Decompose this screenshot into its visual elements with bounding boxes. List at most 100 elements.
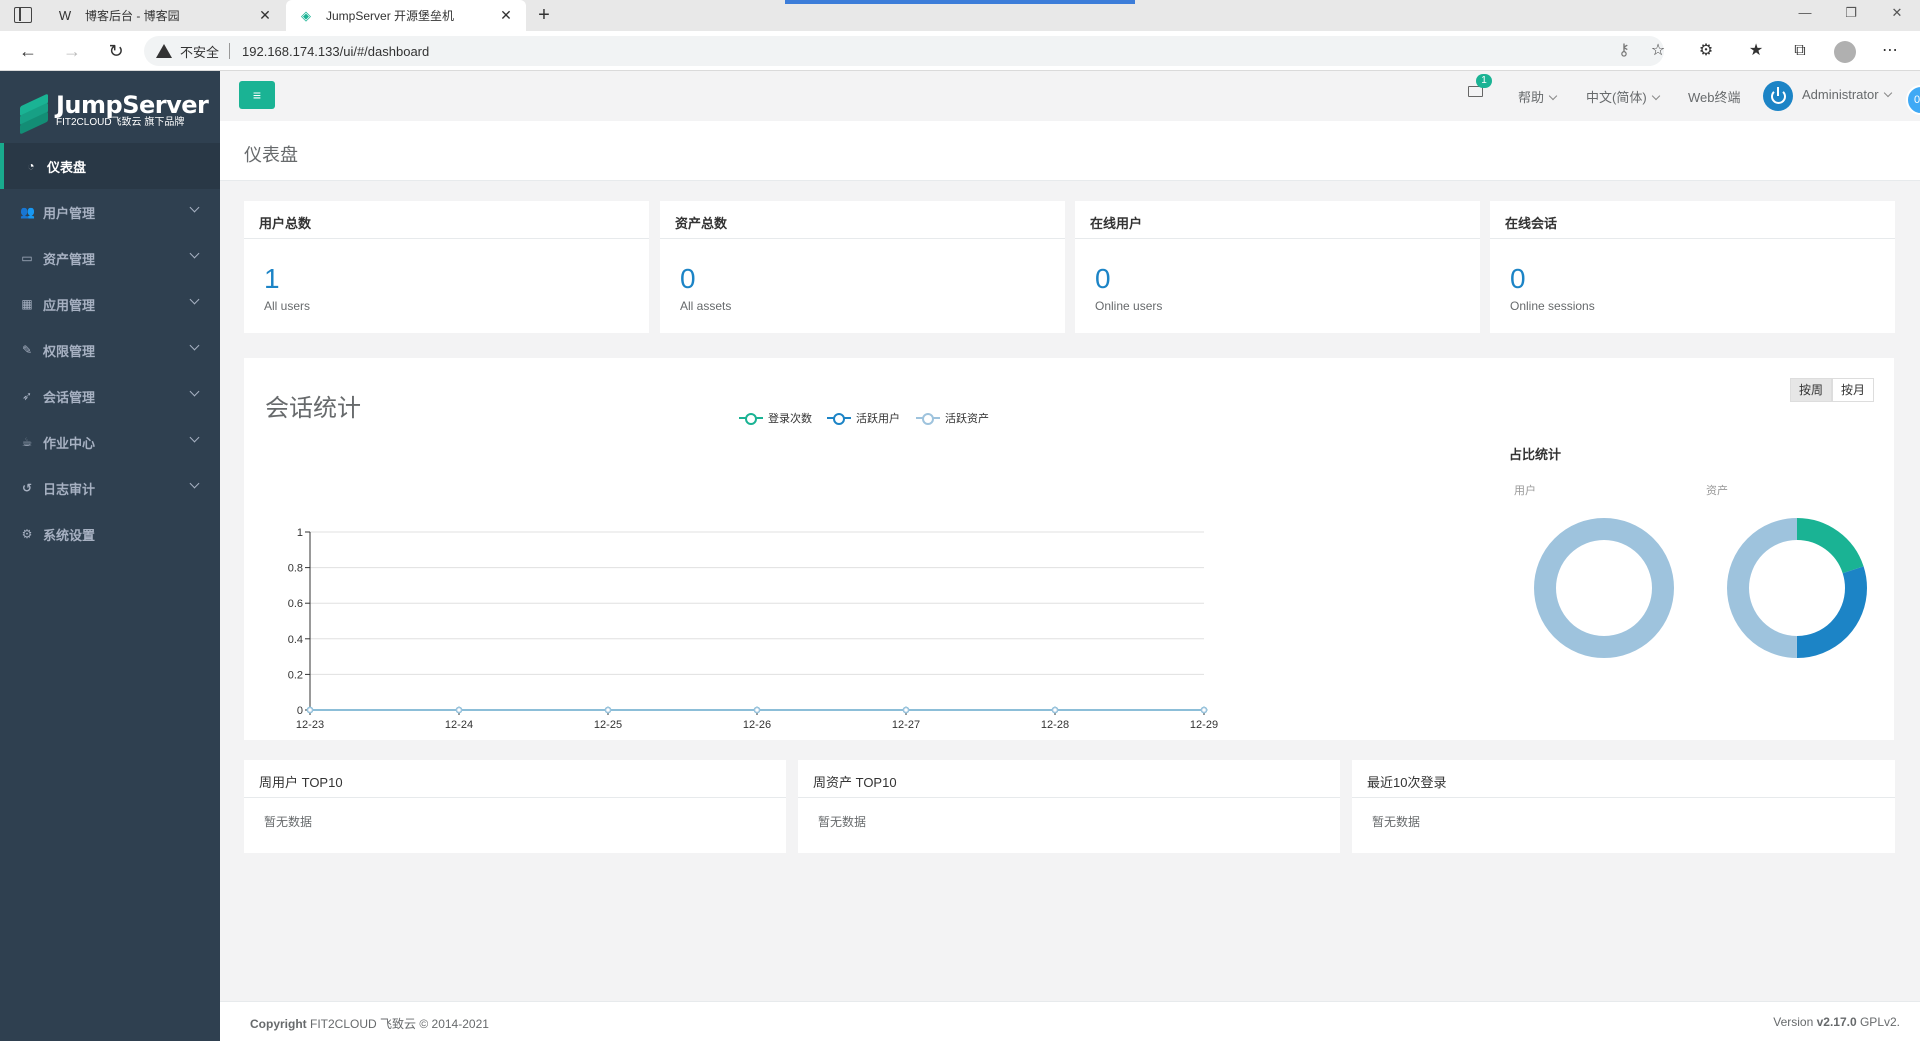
stat-card-assets: 资产总数 0 All assets (660, 201, 1065, 333)
language-dropdown[interactable]: 中文(简体) (1586, 87, 1660, 106)
stat-value[interactable]: 0 (680, 263, 696, 295)
assets-donut-chart (1727, 518, 1867, 658)
empty-text: 暂无数据 (264, 815, 313, 829)
address-bar[interactable]: 不安全 192.168.174.133/ui/#/dashboard (144, 36, 1664, 66)
legend-item[interactable]: 活跃资产 (916, 410, 989, 426)
favorite-star-icon[interactable]: ☆ (1648, 41, 1668, 61)
data-point (753, 706, 761, 714)
key-icon[interactable]: ⚷ (1614, 41, 1634, 61)
favorites-icon[interactable]: ★ (1746, 41, 1766, 61)
footer: Copyright FIT2CLOUD 飞致云 © 2014-2021 Vers… (220, 1001, 1920, 1041)
user-dropdown[interactable]: Administrator (1802, 87, 1892, 102)
security-status[interactable]: 不安全 (180, 42, 219, 61)
close-icon[interactable]: ✕ (257, 7, 273, 24)
y-tick-label: 0.2 (288, 669, 303, 681)
card-title: 周用户 TOP10 (244, 760, 786, 798)
sidebar-item-7[interactable]: ↺ 日志审计 (0, 465, 220, 511)
y-tick-label: 0 (297, 705, 303, 717)
period-week-button[interactable]: 按周 (1789, 378, 1832, 402)
data-point (1051, 706, 1059, 714)
browser-tab-blog[interactable]: W 博客后台 - 博客园 ✕ (45, 0, 285, 31)
donut-slice[interactable] (1534, 518, 1674, 658)
sidebar-item-label: 权限管理 (43, 343, 96, 359)
session-stats-card: 会话统计 按周 按月 登录次数 活跃用户 活跃资产 0 0.2 0.4 0.6 0.8 1… (244, 358, 1894, 740)
data-point (306, 706, 314, 714)
user-name: Administrator (1802, 87, 1879, 102)
x-tick-label: 12-28 (1041, 719, 1069, 728)
donut-label-users: 用户 (1514, 485, 1536, 497)
grid-icon: ▦ (21, 297, 33, 311)
forward-icon[interactable]: → (60, 39, 84, 63)
sidebar-item-3[interactable]: ▦ 应用管理 (0, 281, 220, 327)
floating-bubble[interactable]: 08 (1906, 85, 1920, 115)
period-month-button[interactable]: 按月 (1831, 378, 1874, 402)
minimize-icon[interactable]: — (1790, 5, 1820, 25)
sidebar-item-5[interactable]: ➶ 会话管理 (0, 373, 220, 419)
sidebar-item-8[interactable]: ⚙ 系统设置 (0, 511, 220, 557)
sidebar-item-2[interactable]: ▭ 资产管理 (0, 235, 220, 281)
sidebar-item-label: 资产管理 (43, 251, 96, 267)
x-tick-label: 12-26 (743, 719, 771, 728)
sidebar-item-label: 日志审计 (43, 481, 96, 497)
page-title: 仪表盘 (244, 145, 298, 165)
more-icon[interactable]: ⋯ (1880, 41, 1900, 61)
y-tick-label: 0.6 (288, 598, 303, 610)
web-terminal-link[interactable]: Web终端 (1688, 87, 1741, 106)
copyright-label: Copyright (250, 1017, 307, 1031)
x-tick-label: 12-24 (445, 719, 473, 728)
y-tick-label: 0.8 (288, 563, 303, 575)
browser-toolbar: ← → ↻ 不安全 192.168.174.133/ui/#/dashboard… (0, 31, 1920, 71)
url-text[interactable]: 192.168.174.133/ui/#/dashboard (242, 44, 429, 59)
legend-label: 活跃用户 (856, 413, 900, 425)
logo[interactable]: JumpServer FIT2CLOUD飞致云 旗下品牌 (0, 71, 220, 141)
stat-value[interactable]: 1 (264, 263, 280, 295)
reload-icon[interactable]: ↻ (104, 39, 128, 63)
chevron-down-icon (189, 340, 200, 351)
tab-actions-icon[interactable] (14, 7, 32, 23)
window-close-icon[interactable]: ✕ (1882, 5, 1912, 25)
users-donut-chart (1534, 518, 1674, 658)
menu-toggle-button[interactable]: ≡ (239, 81, 275, 109)
stat-card-title: 用户总数 (244, 201, 649, 239)
restore-icon[interactable]: ❐ (1836, 5, 1866, 25)
sidebar-menu: ◔ 仪表盘 👥 用户管理 ▭ 资产管理 ▦ 应用管理 ✎ 权限管理 ➶ 会话管理 ☕ 作业中心 ↺ 日志审计 ⚙… (0, 143, 220, 557)
profile-avatar[interactable] (1834, 41, 1856, 63)
top-users-card: 周用户 TOP10 暂无数据 (244, 760, 786, 853)
sidebar-item-label: 应用管理 (43, 297, 96, 313)
stat-description: All assets (680, 299, 732, 313)
stat-value[interactable]: 0 (1510, 263, 1526, 295)
period-toggle: 按周 按月 (1789, 378, 1874, 402)
help-dropdown[interactable]: 帮助 (1518, 87, 1558, 106)
collections-icon[interactable]: ⧉ (1790, 41, 1810, 61)
stat-card-title: 在线会话 (1490, 201, 1895, 239)
stat-card-users: 用户总数 1 All users (244, 201, 649, 333)
divider (229, 43, 231, 59)
stat-value[interactable]: 0 (1095, 263, 1111, 295)
legend-marker (916, 412, 940, 425)
card-title: 周资产 TOP10 (798, 760, 1340, 798)
stat-card-title: 在线用户 (1075, 201, 1480, 239)
session-line-chart: 0 0.2 0.4 0.6 0.8 1 12-23 12-24 12-25 12-26 12-27 1… (288, 527, 1218, 728)
sidebar-item-4[interactable]: ✎ 权限管理 (0, 327, 220, 373)
sidebar-item-1[interactable]: 👥 用户管理 (0, 189, 220, 235)
browser-tab-bar: W 博客后台 - 博客园 ✕ ◈ JumpServer 开源堡垒机 ✕ + — … (0, 0, 1920, 31)
version-number: v2.17.0 (1816, 1015, 1857, 1029)
stat-description: Online sessions (1510, 299, 1595, 313)
legend-label: 登录次数 (768, 413, 812, 425)
data-point (455, 706, 463, 714)
legend-item[interactable]: 登录次数 (739, 410, 812, 426)
close-icon[interactable]: ✕ (498, 7, 514, 24)
sidebar-item-0[interactable]: ◔ 仪表盘 (0, 143, 220, 189)
jumpserver-logo-icon (20, 93, 50, 135)
back-icon[interactable]: ← (16, 39, 40, 63)
legend-item[interactable]: 活跃用户 (827, 410, 900, 426)
tab-title: 博客后台 - 博客园 (85, 9, 180, 23)
x-tick-label: 12-23 (296, 719, 324, 728)
top-assets-card: 周资产 TOP10 暂无数据 (798, 760, 1340, 853)
browser-tab-jumpserver[interactable]: ◈ JumpServer 开源堡垒机 ✕ (286, 0, 526, 31)
sidebar-item-6[interactable]: ☕ 作业中心 (0, 419, 220, 465)
extensions-icon[interactable]: ⚙ (1696, 41, 1716, 61)
warning-icon (156, 44, 172, 58)
new-tab-button[interactable]: + (532, 4, 556, 28)
data-point (604, 706, 612, 714)
